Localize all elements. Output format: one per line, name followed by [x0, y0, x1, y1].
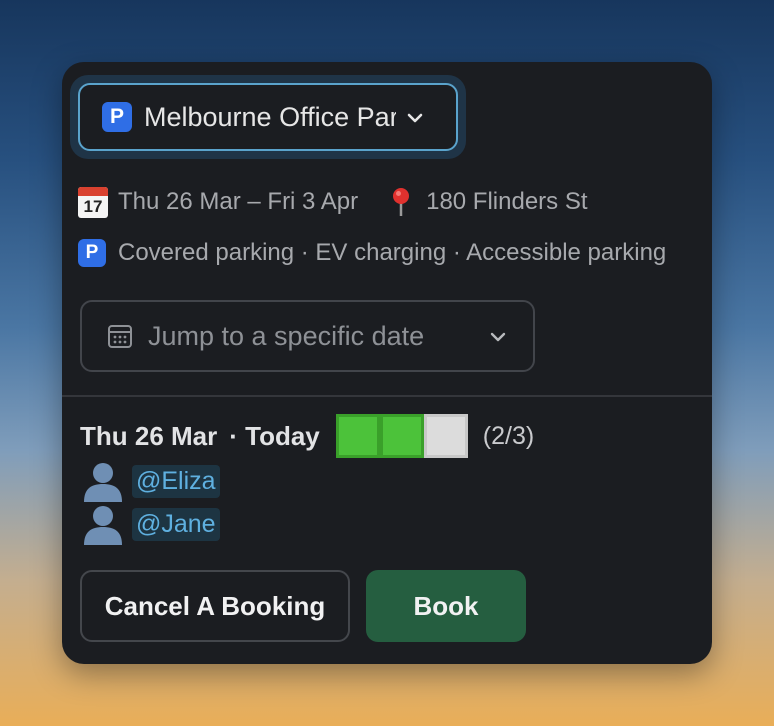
office-select[interactable]: P Melbourne Office Parking	[78, 83, 458, 151]
jump-to-date-select[interactable]: Jump to a specific date	[80, 300, 535, 372]
today-label: · Today	[229, 420, 320, 451]
date-range: Thu 26 Mar – Fri 3 Apr	[118, 188, 359, 215]
capacity-slot	[423, 414, 468, 458]
user-mention[interactable]: @Jane	[132, 507, 220, 541]
cancel-booking-button[interactable]: Cancel A Booking	[80, 570, 350, 642]
calendar-grid-icon	[108, 325, 132, 348]
booking-details-row: 17 Thu 26 Mar – Fri 3 Apr 180 Flinders S…	[78, 186, 588, 218]
book-button[interactable]: Book	[366, 570, 526, 642]
person-silhouette-icon	[84, 506, 122, 545]
parking-features: Covered parking · EV charging · Accessib…	[118, 239, 667, 266]
chevron-down-icon	[407, 113, 423, 123]
features-row: P Covered parking · EV charging · Access…	[78, 239, 666, 267]
user-mention[interactable]: @Eliza	[132, 464, 220, 498]
parking-icon: P	[102, 102, 132, 132]
capacity-indicator	[335, 414, 468, 458]
booking-entry: @Jane	[80, 503, 220, 545]
office-select-focus-ring: P Melbourne Office Parking	[70, 75, 466, 159]
day-date: Thu 26 Mar	[80, 420, 218, 451]
calendar-icon: 17	[78, 186, 108, 218]
booking-card: P Melbourne Office Parking 17 Thu 26 Mar…	[62, 62, 712, 664]
parking-icon: P	[78, 239, 106, 267]
map-pin-icon	[393, 188, 410, 216]
office-select-value: Melbourne Office Parking	[144, 101, 396, 132]
booking-entry: @Eliza	[80, 460, 220, 502]
capacity-slot	[379, 414, 424, 458]
jump-to-date-placeholder: Jump to a specific date	[148, 320, 425, 351]
section-divider	[62, 395, 712, 397]
capacity-slot	[335, 414, 380, 458]
chevron-down-icon	[490, 332, 506, 342]
address: 180 Flinders St	[426, 188, 588, 215]
day-header: Thu 26 Mar · Today (2/3)	[80, 414, 534, 458]
capacity-count: (2/3)	[482, 421, 535, 450]
person-silhouette-icon	[84, 463, 122, 502]
